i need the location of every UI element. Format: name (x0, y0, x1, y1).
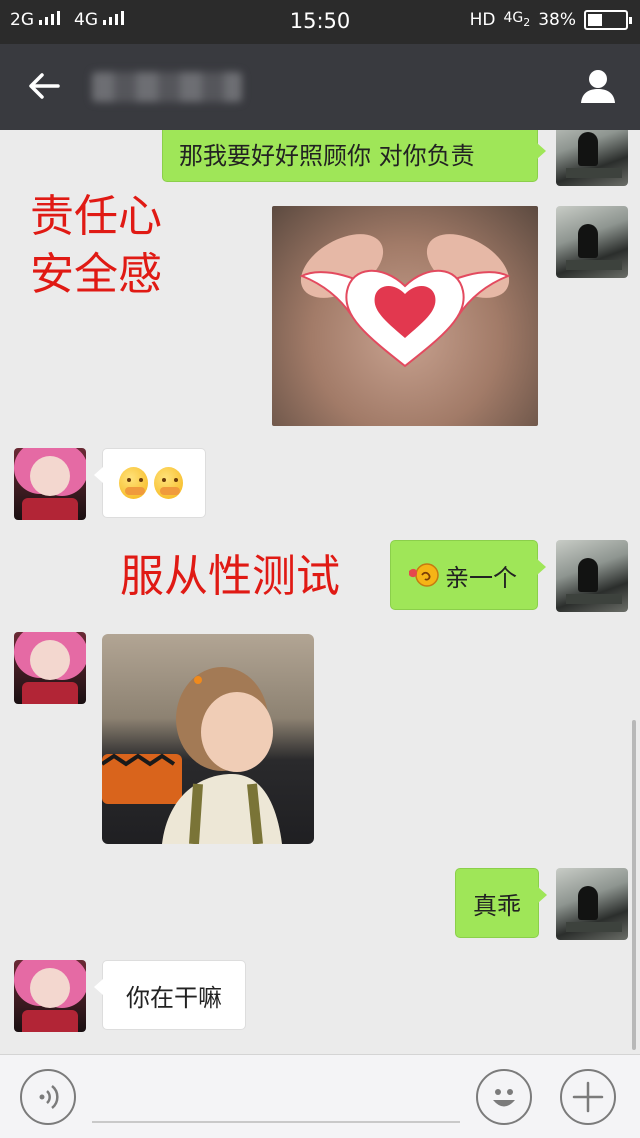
avatar-self[interactable] (556, 130, 628, 186)
back-button[interactable] (24, 66, 64, 106)
avatar-other[interactable] (14, 448, 86, 520)
arrow-left-icon (29, 73, 60, 99)
battery-fill (588, 14, 602, 26)
battery-percent: 38% (538, 10, 576, 30)
contact-name-redacted[interactable] (92, 72, 242, 102)
annotation-line: 服从性测试 (120, 551, 340, 602)
message-text: 真乖 (473, 891, 521, 920)
voice-button[interactable] (20, 1069, 76, 1125)
avatar-self[interactable] (556, 206, 628, 278)
toddler-photo (102, 667, 282, 844)
heart-hands-photo (299, 234, 511, 368)
status-bar: 2G 4G 15:50 HD 4G2 38% (0, 0, 640, 44)
message-image-other[interactable] (102, 634, 314, 844)
more-button[interactable] (560, 1069, 616, 1125)
smiley-icon (493, 1089, 515, 1107)
message-bubble-self[interactable]: 那我要好好照顾你 对你负责 (162, 130, 546, 182)
emoji-button[interactable] (476, 1069, 532, 1125)
message-bubble-self[interactable]: 真乖 (455, 868, 547, 938)
person-icon (581, 70, 615, 103)
shy-face-icon (119, 467, 148, 499)
kiss-emoji-icon (407, 561, 441, 589)
avatar-other[interactable] (14, 960, 86, 1032)
annotation-line: 安全感 (30, 249, 162, 300)
network-4g2-sub: 2 (523, 15, 531, 29)
hd-indicator: HD (469, 10, 496, 30)
message-text: 亲一个 (445, 563, 517, 592)
battery-icon (584, 10, 632, 30)
message-image-self[interactable] (272, 206, 538, 426)
shy-face-icon (154, 467, 183, 499)
message-text: 你在干嘛 (126, 983, 222, 1012)
input-bar (0, 1054, 640, 1138)
message-bubble-self[interactable]: 亲一个 (390, 540, 546, 610)
annotation-text: 服从性测试 (120, 548, 340, 606)
message-input[interactable] (92, 1073, 460, 1123)
avatar-self[interactable] (556, 540, 628, 612)
annotation-line: 责任心 (30, 191, 162, 242)
chat-area[interactable]: 那我要好好照顾你 对你负责 责任心 安全感 服从性测试 亲一个 真乖 你在干嘛 (0, 130, 640, 1054)
scrollbar[interactable] (632, 720, 636, 1050)
network-4g2-indicator: 4G2 (503, 11, 530, 30)
network-4g2-label: 4G (503, 9, 524, 26)
message-text: 那我要好好照顾你 对你负责 (179, 141, 475, 170)
chat-header (0, 44, 640, 130)
annotation-text: 责任心 安全感 (30, 188, 162, 304)
avatar-self[interactable] (556, 868, 628, 940)
plus-icon (572, 1081, 604, 1113)
profile-button[interactable] (578, 66, 618, 106)
voice-icon (39, 1085, 59, 1109)
message-bubble-other[interactable]: 你在干嘛 (94, 960, 246, 1030)
avatar-other[interactable] (14, 632, 86, 704)
message-bubble-other[interactable] (94, 448, 206, 518)
